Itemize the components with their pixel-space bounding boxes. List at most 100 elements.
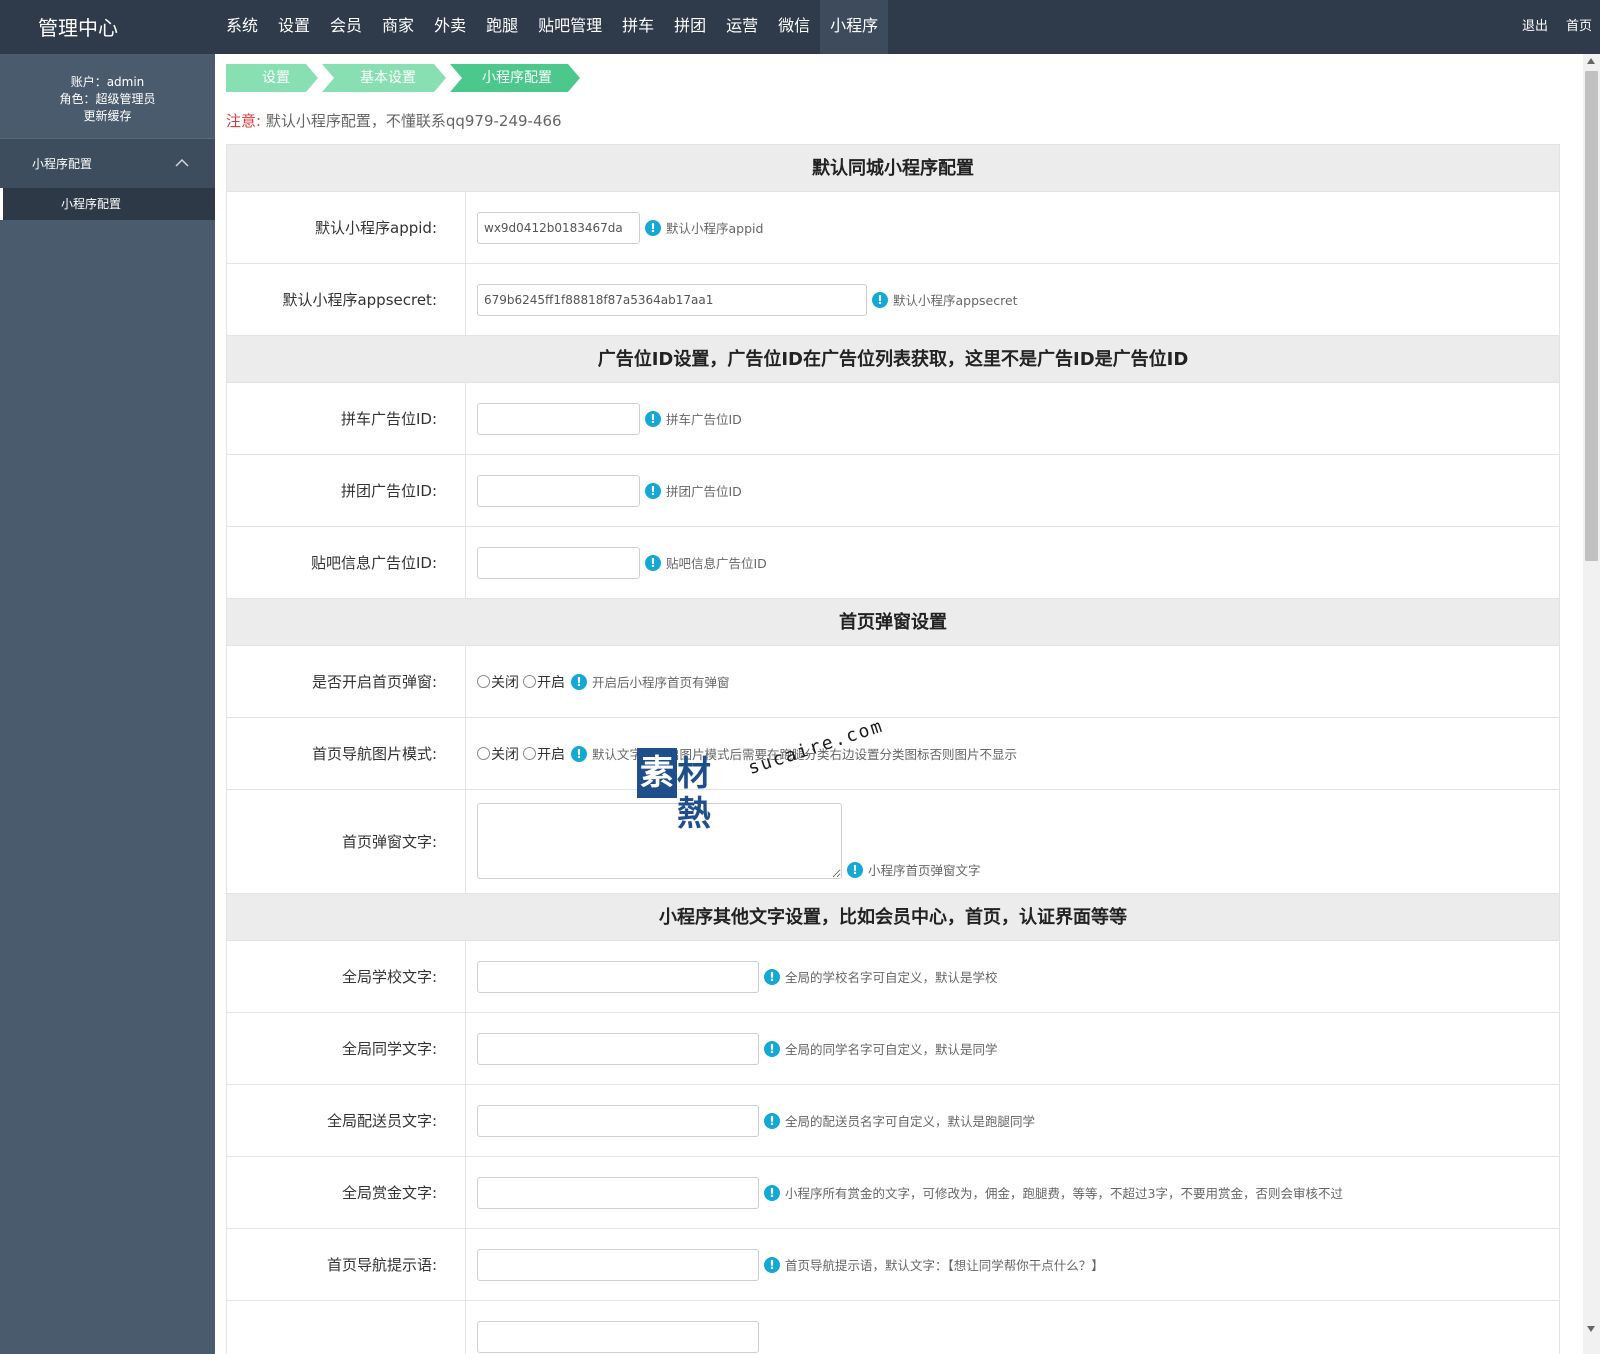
field-label: 全局配送员文字: bbox=[227, 1085, 466, 1156]
refresh-cache-link[interactable]: 更新缓存 bbox=[0, 108, 215, 125]
form-row-popup-text: 首页弹窗文字: ! 小程序首页弹窗文字 bbox=[226, 790, 1560, 894]
info-icon: ! bbox=[571, 673, 587, 690]
courier-text-input[interactable] bbox=[477, 1104, 759, 1137]
classmate-text-input[interactable] bbox=[477, 1032, 759, 1065]
main-content: 设置 基本设置 小程序配置 注意: 默认小程序配置，不懂联系qq979-249-… bbox=[225, 54, 1561, 1354]
section-title-default: 默认同城小程序配置 bbox=[226, 145, 1560, 192]
nav-item-forum[interactable]: 贴吧管理 bbox=[528, 0, 612, 54]
info-icon: ! bbox=[764, 968, 780, 985]
nav-image-off-radio[interactable]: 关闭 bbox=[477, 744, 519, 764]
post-ad-input[interactable] bbox=[477, 546, 640, 579]
nav-item-carpool[interactable]: 拼车 bbox=[612, 0, 664, 54]
breadcrumb-item-basic[interactable]: 基本设置 bbox=[322, 64, 446, 92]
chevron-up-icon bbox=[175, 139, 189, 189]
popup-on-radio[interactable]: 开启 bbox=[523, 672, 565, 692]
field-hint: ! 小程序首页弹窗文字 bbox=[847, 860, 981, 879]
notice: 注意: 默认小程序配置，不懂联系qq979-249-466 bbox=[226, 110, 562, 131]
field-label: 拼车广告位ID: bbox=[227, 383, 466, 454]
sidebar-group-label: 小程序配置 bbox=[32, 157, 93, 171]
info-icon: ! bbox=[645, 482, 661, 499]
field-hint: ! 全局的配送员名字可自定义，默认是跑腿同学 bbox=[764, 1111, 1035, 1130]
nav-item-wechat[interactable]: 微信 bbox=[768, 0, 820, 54]
appsecret-input[interactable] bbox=[477, 283, 867, 316]
brand-title: 管理中心 bbox=[38, 16, 118, 40]
field-hint: ! 默认小程序appid bbox=[645, 218, 763, 237]
form-row-classmate-text: 全局同学文字: ! 全局的同学名字可自定义，默认是同学 bbox=[226, 1013, 1560, 1085]
field-hint: ! 全局的学校名字可自定义，默认是学校 bbox=[764, 967, 998, 986]
sidebar: 账户：admin 角色：超级管理员 更新缓存 小程序配置 小程序配置 bbox=[0, 54, 215, 1354]
form-row-post-ad: 贴吧信息广告位ID: ! 贴吧信息广告位ID bbox=[226, 527, 1560, 599]
field-label bbox=[227, 1301, 466, 1354]
section-title-popup: 首页弹窗设置 bbox=[226, 599, 1560, 646]
field-label: 首页弹窗文字: bbox=[227, 790, 466, 893]
partial-input[interactable] bbox=[477, 1321, 759, 1353]
popup-off-radio[interactable]: 关闭 bbox=[477, 672, 519, 692]
field-hint: ! 开启后小程序首页有弹窗 bbox=[571, 672, 730, 691]
scroll-thumb[interactable] bbox=[1585, 71, 1598, 561]
form-row-group-ad: 拼团广告位ID: ! 拼团广告位ID bbox=[226, 455, 1560, 527]
field-label: 是否开启首页弹窗: bbox=[227, 646, 466, 717]
field-hint: ! 拼车广告位ID bbox=[645, 409, 742, 428]
field-hint: ! 默认小程序appsecret bbox=[872, 290, 1018, 309]
notice-text: 默认小程序配置，不懂联系qq979-249-466 bbox=[265, 112, 562, 130]
form-row-appid: 默认小程序appid: !默认小程序appid bbox=[226, 192, 1560, 264]
nav-hint-input[interactable] bbox=[477, 1248, 759, 1281]
popup-text-textarea[interactable] bbox=[477, 803, 842, 879]
info-icon: ! bbox=[764, 1112, 780, 1129]
school-text-input[interactable] bbox=[477, 960, 759, 993]
info-icon: ! bbox=[764, 1040, 780, 1057]
home-link[interactable]: 首页 bbox=[1566, 0, 1592, 54]
nav-item-groupbuy[interactable]: 拼团 bbox=[664, 0, 716, 54]
form-row-partial bbox=[226, 1301, 1560, 1354]
info-icon: ! bbox=[645, 219, 661, 236]
info-icon: ! bbox=[764, 1184, 780, 1201]
logout-link[interactable]: 退出 bbox=[1522, 0, 1548, 54]
nav-item-miniprogram[interactable]: 小程序 bbox=[820, 0, 889, 54]
field-label: 默认小程序appid: bbox=[227, 192, 466, 263]
nav-item-operations[interactable]: 运营 bbox=[716, 0, 768, 54]
form-row-popup-enable: 是否开启首页弹窗: 关闭 开启 ! 开启后小程序首页有弹窗 bbox=[226, 646, 1560, 718]
nav-item-takeout[interactable]: 外卖 bbox=[424, 0, 476, 54]
scroll-down-icon[interactable] bbox=[1587, 1326, 1595, 1332]
form-row-nav-image-mode: 首页导航图片模式: 关闭 开启 ! 默认文字，开启图片模式后需要在跑腿分类右边设置… bbox=[226, 718, 1560, 790]
appid-input[interactable] bbox=[477, 211, 640, 244]
info-icon: ! bbox=[645, 410, 661, 427]
nav-item-errand[interactable]: 跑腿 bbox=[476, 0, 528, 54]
section-title-ad: 广告位ID设置，广告位ID在广告位列表获取，这里不是广告ID是广告位ID bbox=[226, 336, 1560, 383]
breadcrumb-item-settings[interactable]: 设置 bbox=[226, 64, 318, 92]
group-ad-input[interactable] bbox=[477, 474, 640, 507]
reward-text-input[interactable] bbox=[477, 1176, 759, 1209]
notice-label: 注意: bbox=[226, 112, 262, 130]
carpool-ad-input[interactable] bbox=[477, 402, 640, 435]
top-right-links: 退出 首页 bbox=[1504, 0, 1592, 54]
sidebar-group-miniprogram[interactable]: 小程序配置 bbox=[0, 138, 215, 188]
info-icon: ! bbox=[645, 554, 661, 571]
top-nav: 系统 设置 会员 商家 外卖 跑腿 贴吧管理 拼车 拼团 运营 微信 小程序 bbox=[216, 0, 889, 54]
breadcrumb: 设置 基本设置 小程序配置 bbox=[226, 64, 584, 92]
field-hint: ! 拼团广告位ID bbox=[645, 481, 742, 500]
nav-item-merchants[interactable]: 商家 bbox=[372, 0, 424, 54]
page-scrollbar[interactable] bbox=[1583, 54, 1600, 1354]
sidebar-item-miniprogram-config[interactable]: 小程序配置 bbox=[0, 188, 215, 220]
nav-image-on-radio[interactable]: 开启 bbox=[523, 744, 565, 764]
field-label: 贴吧信息广告位ID: bbox=[227, 527, 466, 598]
field-label: 首页导航图片模式: bbox=[227, 718, 466, 789]
form-row-carpool-ad: 拼车广告位ID: ! 拼车广告位ID bbox=[226, 383, 1560, 455]
field-label: 默认小程序appsecret: bbox=[227, 264, 466, 335]
nav-item-system[interactable]: 系统 bbox=[216, 0, 268, 54]
info-icon: ! bbox=[571, 745, 587, 762]
nav-item-settings[interactable]: 设置 bbox=[268, 0, 320, 54]
role-text: 角色：超级管理员 bbox=[59, 92, 156, 106]
breadcrumb-item-current[interactable]: 小程序配置 bbox=[450, 64, 580, 92]
info-icon: ! bbox=[872, 291, 888, 308]
scroll-up-icon[interactable] bbox=[1587, 58, 1595, 64]
config-form: 默认同城小程序配置 默认小程序appid: !默认小程序appid 默认小程序a… bbox=[226, 144, 1560, 1354]
field-hint: ! 全局的同学名字可自定义，默认是同学 bbox=[764, 1039, 998, 1058]
field-hint: ! 贴吧信息广告位ID bbox=[645, 553, 767, 572]
field-label: 首页导航提示语: bbox=[227, 1229, 466, 1300]
account-text: 账户：admin bbox=[70, 75, 145, 89]
nav-item-members[interactable]: 会员 bbox=[320, 0, 372, 54]
section-title-texts: 小程序其他文字设置，比如会员中心，首页，认证界面等等 bbox=[226, 894, 1560, 941]
field-label: 全局同学文字: bbox=[227, 1013, 466, 1084]
field-hint: ! 首页导航提示语，默认文字：【想让同学帮你干点什么？】 bbox=[764, 1255, 1104, 1274]
